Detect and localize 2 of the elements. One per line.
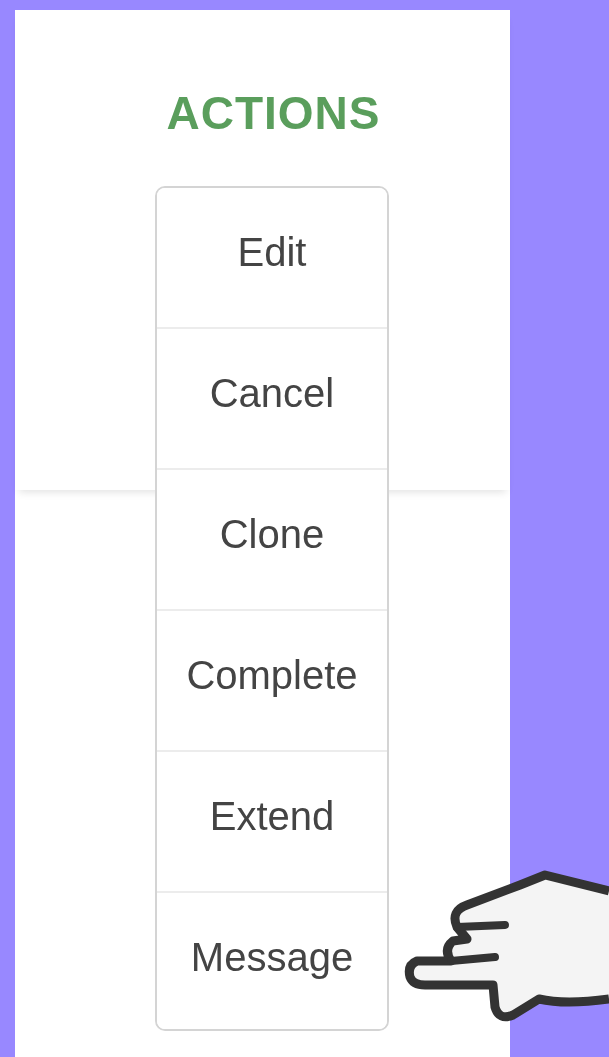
section-title: ACTIONS	[166, 90, 381, 136]
menu-item[interactable]: Edit	[157, 188, 387, 329]
